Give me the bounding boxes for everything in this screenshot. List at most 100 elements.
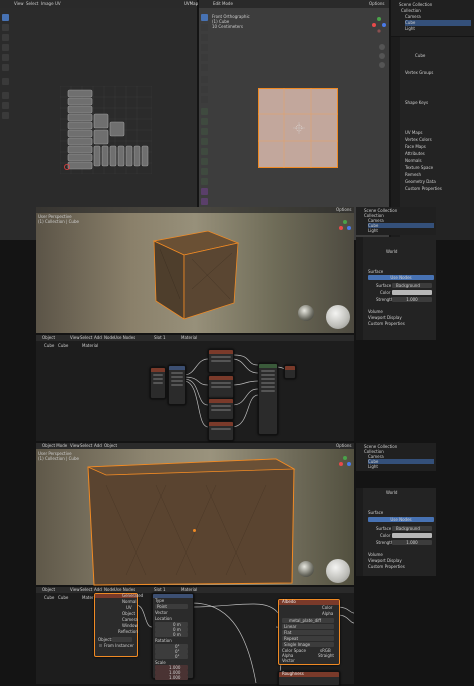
relax-tool-icon[interactable] — [2, 102, 9, 109]
section-surface[interactable]: Surface — [368, 269, 383, 274]
shear-tool-icon[interactable] — [201, 188, 208, 195]
section-normals[interactable]: Normals — [405, 158, 422, 163]
move-tool-icon[interactable] — [2, 34, 9, 41]
shader-editor-bot[interactable]: Object View Select Add Node Use Nodes Sl… — [36, 587, 354, 686]
mapping-rotation-z[interactable]: 0° — [155, 654, 188, 659]
grab-tool-icon[interactable] — [2, 92, 9, 99]
navigation-gizmo[interactable] — [338, 217, 352, 239]
section-shape-keys[interactable]: Shape Keys — [405, 100, 428, 105]
viewport-bot-menu-select[interactable]: Select — [80, 443, 92, 448]
principled-bsdf-node[interactable] — [258, 363, 278, 435]
section-viewport-display[interactable]: Viewport Display — [368, 558, 402, 563]
image-texture-node-3[interactable] — [208, 398, 234, 420]
scale-tool-icon[interactable] — [201, 54, 208, 61]
annotate-tool-icon[interactable] — [2, 78, 9, 85]
from-instancer-checkbox[interactable] — [99, 644, 102, 647]
section-face-maps[interactable]: Face Maps — [405, 144, 426, 149]
viewport-bot-menu-view[interactable]: View — [70, 443, 80, 448]
viewport-bot-menu-object[interactable]: Object — [104, 443, 117, 448]
uv-menu-image[interactable]: Image — [41, 1, 54, 6]
section-custom-properties[interactable]: Custom Properties — [405, 186, 442, 191]
scale-tool-icon[interactable] — [2, 54, 9, 61]
image-texture-node-1[interactable] — [208, 349, 234, 373]
uv-editor[interactable]: View Select Image UV UVMap — [0, 0, 198, 240]
source-dropdown[interactable]: Single Image — [282, 642, 334, 647]
color-swatch[interactable] — [392, 533, 432, 538]
viewport-mid[interactable]: Options User Perspective (1) Collection … — [36, 207, 354, 333]
rotate-tool-icon[interactable] — [2, 44, 9, 51]
select-tool-icon[interactable] — [201, 14, 208, 21]
alpha-value[interactable]: Straight — [318, 653, 334, 658]
image-texture-node-4[interactable] — [208, 421, 234, 441]
inset-tool-icon[interactable] — [201, 118, 208, 125]
object-mode-dropdown[interactable]: Object Mode — [42, 443, 67, 448]
section-uv-maps[interactable]: UV Maps — [405, 130, 422, 135]
viewport-top-options[interactable]: Options — [369, 1, 384, 6]
section-volume[interactable]: Volume — [368, 309, 383, 314]
uv-menu-uv[interactable]: UV — [55, 1, 61, 6]
transform-tool-icon[interactable] — [2, 64, 9, 71]
use-nodes-button[interactable]: Use Nodes — [368, 517, 434, 522]
move-tool-icon[interactable] — [201, 34, 208, 41]
uv-menu-select[interactable]: Select — [26, 1, 38, 6]
edit-mode-dropdown[interactable]: Edit Mode — [213, 1, 233, 6]
interpolation-dropdown[interactable]: Linear — [282, 624, 334, 629]
spin-tool-icon[interactable] — [201, 168, 208, 175]
section-geometry-data[interactable]: Geometry Data — [405, 179, 436, 184]
textured-cube-closeup[interactable] — [86, 455, 296, 587]
uv-map-selector[interactable]: UVMap — [184, 1, 198, 6]
outliner-item[interactable]: Light — [368, 228, 434, 233]
smooth-tool-icon[interactable] — [201, 178, 208, 185]
cursor-tool-icon[interactable] — [2, 24, 9, 31]
strength-field[interactable]: 1.000 — [392, 297, 432, 302]
extension-dropdown[interactable]: Repeat — [282, 636, 334, 641]
world-name-field[interactable]: World — [386, 249, 397, 254]
rotate-tool-icon[interactable] — [201, 44, 208, 51]
mapping-scale-z[interactable]: 1.000 — [155, 675, 188, 680]
section-surface[interactable]: Surface — [368, 510, 383, 515]
section-custom-properties[interactable]: Custom Properties — [368, 564, 405, 569]
use-nodes-button[interactable]: Use Nodes — [368, 275, 434, 280]
section-volume[interactable]: Volume — [368, 552, 383, 557]
uv-2d-cursor-icon[interactable] — [63, 163, 71, 171]
viewport-bot[interactable]: Object Mode View Select Add Object Optio… — [36, 443, 354, 587]
section-viewport-display[interactable]: Viewport Display — [368, 315, 402, 320]
knife-tool-icon[interactable] — [201, 148, 208, 155]
section-vertex-groups[interactable]: Vertex Groups — [405, 70, 433, 75]
measure-tool-icon[interactable] — [201, 86, 208, 93]
viewport-top[interactable]: Edit Mode Options Front Orthographic (1)… — [199, 0, 389, 240]
pinch-tool-icon[interactable] — [2, 112, 9, 119]
texture-coordinate-node[interactable] — [150, 367, 166, 399]
color-swatch[interactable] — [392, 290, 432, 295]
surface-dropdown[interactable]: Background — [392, 283, 432, 288]
navigation-gizmo[interactable] — [371, 13, 387, 39]
annotate-tool-icon[interactable] — [201, 76, 208, 83]
viewport-pan-icon[interactable] — [379, 53, 385, 59]
uv-menu-view[interactable]: View — [14, 1, 24, 6]
add-cube-tool-icon[interactable] — [201, 96, 208, 103]
projection-dropdown[interactable]: Flat — [282, 630, 334, 635]
surface-dropdown[interactable]: Background — [392, 526, 432, 531]
object-name-field[interactable]: Cube — [415, 53, 425, 58]
viewport-bot-menu-add[interactable]: Add — [94, 443, 102, 448]
3d-cursor-icon[interactable] — [293, 122, 305, 134]
section-remesh[interactable]: Remesh — [405, 172, 421, 177]
loop-cut-tool-icon[interactable] — [201, 138, 208, 145]
shader-editor-mid[interactable]: Object View Select Add Node Use Nodes Sl… — [36, 335, 354, 441]
viewport-bot-options[interactable]: Options — [336, 443, 351, 448]
world-name-field[interactable]: World — [386, 490, 397, 495]
mapping-type-dropdown[interactable]: Point — [155, 604, 188, 609]
rip-tool-icon[interactable] — [201, 198, 208, 205]
viewport-mid-options[interactable]: Options — [336, 207, 351, 212]
transform-tool-icon[interactable] — [201, 64, 208, 71]
textured-cube[interactable] — [152, 229, 240, 321]
section-vertex-colors[interactable]: Vertex Colors — [405, 137, 432, 142]
viewport-zoom-icon[interactable] — [379, 44, 385, 50]
outliner-item[interactable]: Light — [368, 464, 434, 469]
strength-field[interactable]: 1.000 — [392, 540, 432, 545]
mapping-node[interactable] — [168, 365, 186, 405]
image-datablock-field[interactable]: metal_plate_diff — [282, 618, 334, 623]
texcoord-object-field[interactable] — [112, 637, 132, 642]
outliner-item[interactable]: Light — [405, 26, 471, 32]
mapping-location-z[interactable]: 0 m — [155, 632, 188, 637]
